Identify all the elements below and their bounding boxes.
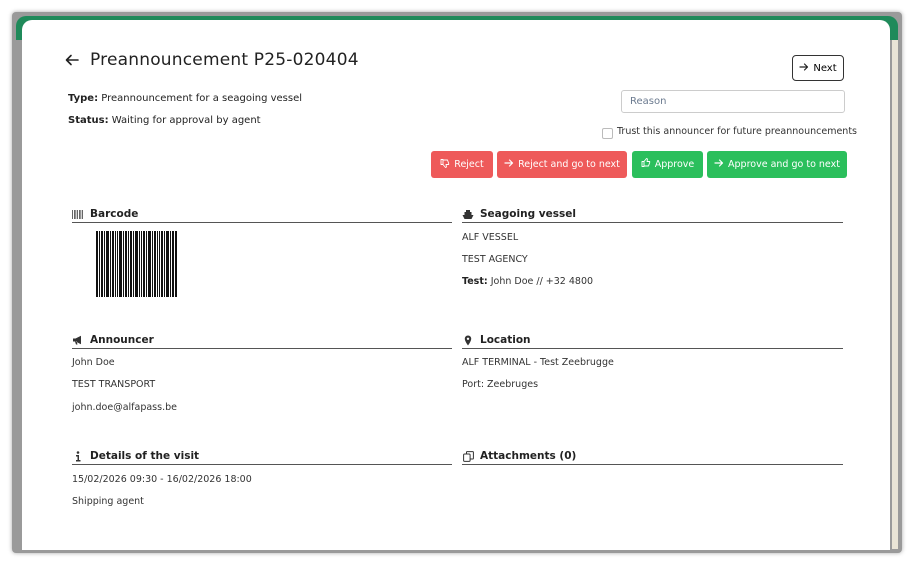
announcer-email: john.doe@alfapass.be [72,402,177,413]
location-section-header: Location [462,332,843,349]
preannouncement-card: Preannouncement P25-020404 Type: Preanno… [22,20,890,550]
window-side-edge [892,40,898,549]
trust-announcer-label: Trust this announcer for future preannou… [617,126,858,137]
arrow-left-icon[interactable] [64,52,82,70]
vessel-contact-label: Test: [462,276,488,287]
approve-and-next-label: Approve and go to next [728,159,840,170]
arrow-right-icon [799,62,809,75]
attachments-heading: Attachments (0) [480,450,577,462]
barcode-section-header: Barcode [72,206,452,223]
reject-button[interactable]: Reject [431,151,493,178]
visit-role: Shipping agent [72,496,144,507]
announcer-name: John Doe [72,357,115,368]
thumbs-down-icon [440,158,450,171]
vessel-heading: Seagoing vessel [480,208,576,220]
page-title: Preannouncement P25-020404 [90,50,359,70]
next-button[interactable]: Next [792,55,844,81]
type-label: Type: [68,93,99,104]
reject-and-next-button[interactable]: Reject and go to next [497,151,627,178]
location-heading: Location [480,334,531,346]
map-pin-icon [462,335,474,346]
copy-icon [462,450,474,462]
status-label: Status: [68,115,109,126]
vessel-section-header: Seagoing vessel [462,206,843,223]
announcer-section-header: Announcer [72,332,452,349]
type-line: Type: Preannouncement for a seagoing ves… [68,93,302,104]
vessel-contact-value: John Doe // +32 4800 [490,276,594,287]
approve-button[interactable]: Approve [632,151,703,178]
announcer-company: TEST TRANSPORT [72,379,156,390]
vessel-agency: TEST AGENCY [462,254,528,265]
location-port: Port: Zeebruges [462,379,539,390]
info-icon [72,450,84,462]
visit-heading: Details of the visit [90,450,200,462]
approve-button-label: Approve [654,159,695,170]
reason-input[interactable] [621,90,845,113]
barcode-image [96,231,177,297]
arrow-right-icon [714,158,724,171]
barcode-heading: Barcode [90,208,139,220]
attachments-section-header: Attachments (0) [462,448,843,465]
thumbs-up-icon [641,158,651,171]
barcode-icon [72,209,84,219]
megaphone-icon [72,335,84,345]
visit-section-header: Details of the visit [72,448,452,465]
approve-and-next-button[interactable]: Approve and go to next [707,151,847,178]
announcer-heading: Announcer [90,334,154,346]
arrow-right-icon [504,158,514,171]
next-button-label: Next [813,62,837,74]
ship-icon [462,209,474,220]
vessel-contact: Test: John Doe // +32 4800 [462,276,593,287]
status-value: Waiting for approval by agent [111,115,261,126]
visit-period: 15/02/2026 09:30 - 16/02/2026 18:00 [72,474,252,485]
reject-and-next-label: Reject and go to next [518,159,620,170]
location-terminal: ALF TERMINAL - Test Zeebrugge [462,357,614,368]
reject-button-label: Reject [454,159,484,170]
type-value: Preannouncement for a seagoing vessel [101,93,303,104]
trust-announcer-checkbox[interactable] [602,128,613,139]
status-line: Status: Waiting for approval by agent [68,115,261,126]
vessel-name: ALF VESSEL [462,232,519,243]
